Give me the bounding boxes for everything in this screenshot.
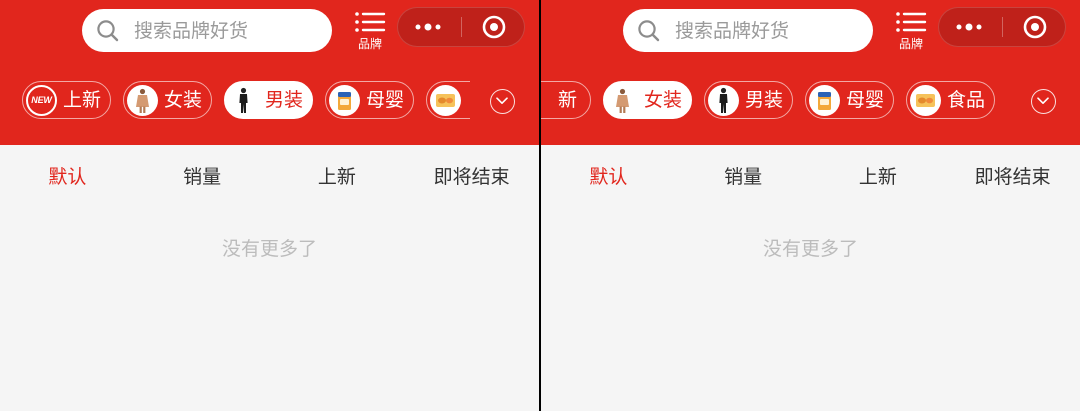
category-chip-label: 新 xyxy=(557,89,577,111)
sort-tab-sales[interactable]: 销量 xyxy=(135,157,270,197)
category-chip-new[interactable]: NEW 上新 xyxy=(22,81,111,119)
no-more-text: 没有更多了 xyxy=(221,238,317,260)
category-chip-label: 母婴 xyxy=(846,89,885,111)
sort-tab-ending-soon[interactable]: 即将结束 xyxy=(945,157,1080,197)
target-icon xyxy=(1023,15,1047,39)
category-chip-new[interactable]: 新 xyxy=(541,81,591,119)
new-badge-text: NEW xyxy=(31,95,52,105)
screenshot-comparison: 品牌 xyxy=(0,0,1080,411)
brand-entry-label: 品牌 xyxy=(357,37,382,51)
sort-tabs: 默认 销量 上新 即将结束 xyxy=(0,157,539,197)
sort-tab-sales[interactable]: 销量 xyxy=(676,157,811,197)
category-chip-label: 男装 xyxy=(265,89,304,111)
brand-entry-label: 品牌 xyxy=(898,37,923,51)
search-input[interactable] xyxy=(134,9,324,52)
brand-entry-button[interactable]: 品牌 xyxy=(352,10,388,52)
mens-clothing-icon xyxy=(228,84,259,116)
chevron-down-icon xyxy=(1037,97,1049,104)
category-chip-label: 男装 xyxy=(745,89,784,111)
search-icon xyxy=(638,20,660,42)
category-chip-food[interactable] xyxy=(426,81,470,119)
category-chip-womens[interactable]: 女装 xyxy=(603,81,692,119)
category-chip-baby[interactable]: 母婴 xyxy=(325,81,414,119)
category-track: NEW 上新 女装 男装 母婴 xyxy=(22,81,470,119)
category-chip-mens[interactable]: 男装 xyxy=(224,81,313,119)
category-chip-label: 食品 xyxy=(947,89,986,111)
list-icon xyxy=(896,12,927,32)
panel-left: 品牌 xyxy=(0,0,539,411)
more-button[interactable] xyxy=(398,8,461,46)
search-bar[interactable] xyxy=(623,9,873,52)
header-bar: 品牌 xyxy=(0,0,539,145)
list-icon xyxy=(355,12,386,32)
sort-tabs: 默认 销量 上新 即将结束 xyxy=(541,157,1080,197)
no-more-text: 没有更多了 xyxy=(762,238,858,260)
chevron-down-icon xyxy=(496,97,508,104)
sort-tab-ending-soon[interactable]: 即将结束 xyxy=(404,157,539,197)
category-scroller[interactable]: NEW 上新 女装 男装 母婴 xyxy=(0,81,470,119)
food-icon xyxy=(430,84,461,116)
more-dots-icon xyxy=(415,23,441,31)
mini-program-capsule xyxy=(938,7,1066,47)
sort-tab-default[interactable]: 默认 xyxy=(0,157,135,197)
category-track: 新 女装 男装 母婴 食品 xyxy=(541,81,995,119)
expand-categories-button[interactable] xyxy=(490,89,515,114)
mens-clothing-icon xyxy=(708,84,739,116)
category-chip-food[interactable]: 食品 xyxy=(906,81,995,119)
header-bar: 品牌 xyxy=(541,0,1080,145)
sort-tab-new[interactable]: 上新 xyxy=(811,157,946,197)
category-scroller[interactable]: 新 女装 男装 母婴 食品 xyxy=(541,81,1011,119)
baby-products-icon xyxy=(809,84,840,116)
target-icon xyxy=(482,15,506,39)
category-chip-mens[interactable]: 男装 xyxy=(704,81,793,119)
panel-right: 品牌 xyxy=(541,0,1080,411)
category-chip-label: 母婴 xyxy=(366,89,405,111)
search-input[interactable] xyxy=(675,9,865,52)
search-bar[interactable] xyxy=(82,9,332,52)
mini-program-capsule xyxy=(397,7,525,47)
close-button[interactable] xyxy=(462,8,525,46)
category-chip-label: 女装 xyxy=(164,89,203,111)
category-chip-label: 女装 xyxy=(644,89,683,111)
womens-clothing-icon xyxy=(127,84,158,116)
search-icon xyxy=(97,20,119,42)
more-button[interactable] xyxy=(939,8,1002,46)
close-button[interactable] xyxy=(1003,8,1066,46)
expand-categories-button[interactable] xyxy=(1031,89,1056,114)
more-dots-icon xyxy=(956,23,982,31)
sort-tab-default[interactable]: 默认 xyxy=(541,157,676,197)
category-chip-womens[interactable]: 女装 xyxy=(123,81,212,119)
new-badge-icon: NEW xyxy=(26,84,57,116)
baby-products-icon xyxy=(329,84,360,116)
category-chip-label: 上新 xyxy=(63,89,102,111)
sort-tab-new[interactable]: 上新 xyxy=(270,157,405,197)
brand-entry-button[interactable]: 品牌 xyxy=(893,10,929,52)
category-chip-baby[interactable]: 母婴 xyxy=(805,81,894,119)
womens-clothing-icon xyxy=(607,84,638,116)
food-icon xyxy=(910,84,941,116)
